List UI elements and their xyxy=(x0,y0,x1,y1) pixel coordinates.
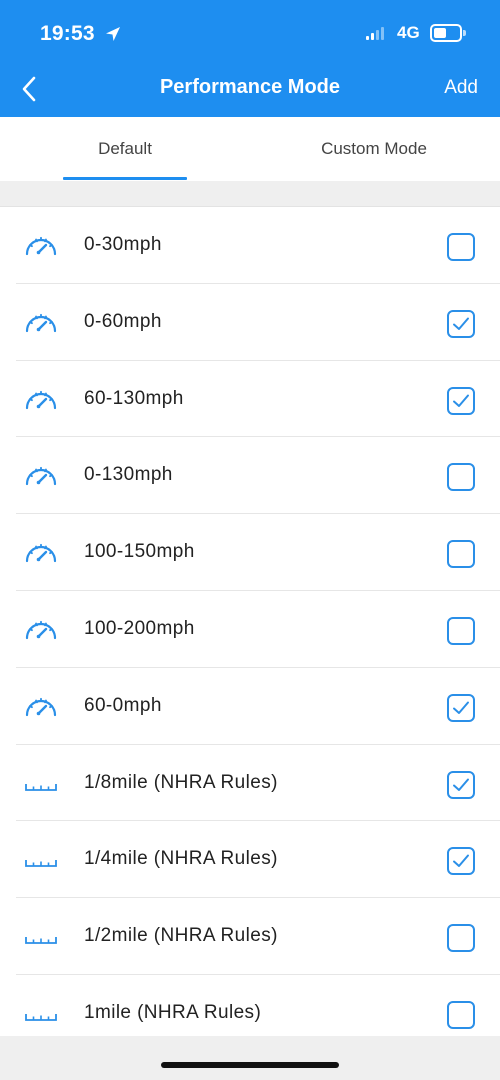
list-item-label: 60-0mph xyxy=(84,694,162,716)
speedometer-icon xyxy=(24,463,58,489)
list-item-label: 1/4mile (NHRA Rules) xyxy=(84,848,278,870)
list-item[interactable]: 1/2mile (NHRA Rules) xyxy=(0,898,500,975)
list-item[interactable]: 0-30mph xyxy=(0,207,500,284)
list-item-label: 1mile (NHRA Rules) xyxy=(84,1001,262,1023)
list-item[interactable]: 1mile (NHRA Rules) xyxy=(0,975,500,1052)
list-item[interactable]: 100-200mph xyxy=(0,591,500,668)
checkbox-checked[interactable] xyxy=(447,847,475,876)
speedometer-icon xyxy=(24,310,58,336)
checkbox-unchecked[interactable] xyxy=(447,616,475,645)
speedometer-icon xyxy=(24,694,58,720)
list-item[interactable]: 60-0mph xyxy=(0,668,500,745)
app-header: 19:53 4G Performance Mode Add xyxy=(0,0,500,117)
active-tab-indicator xyxy=(63,177,187,180)
add-button[interactable]: Add xyxy=(444,77,478,99)
list-item[interactable]: 1/8mile (NHRA Rules) xyxy=(0,745,500,822)
list-item-label: 0-130mph xyxy=(84,464,173,486)
list-item-label: 100-150mph xyxy=(84,541,195,563)
signal-strength-icon xyxy=(366,27,384,40)
checkbox-checked[interactable] xyxy=(447,693,475,722)
mode-tabs: Default Custom Mode xyxy=(0,117,500,181)
checkbox-unchecked[interactable] xyxy=(447,1000,475,1029)
list-item[interactable]: 60-130mph xyxy=(0,361,500,438)
network-type: 4G xyxy=(397,23,420,42)
ruler-icon xyxy=(24,924,58,950)
speedometer-icon xyxy=(24,617,58,643)
checkbox-checked[interactable] xyxy=(447,386,475,415)
checkbox-unchecked[interactable] xyxy=(447,924,475,953)
tab-custom-mode[interactable]: Custom Mode xyxy=(310,139,438,159)
ruler-icon xyxy=(24,847,58,873)
checkbox-checked[interactable] xyxy=(447,309,475,338)
list-item-label: 1/2mile (NHRA Rules) xyxy=(84,925,278,947)
list-item[interactable]: 0-130mph xyxy=(0,437,500,514)
speedometer-icon xyxy=(24,540,58,566)
list-item[interactable]: 0-60mph xyxy=(0,284,500,361)
ruler-icon xyxy=(24,1001,58,1027)
speedometer-icon xyxy=(24,233,58,259)
speedometer-icon xyxy=(24,387,58,413)
list-item-label: 0-60mph xyxy=(84,310,162,332)
tab-default[interactable]: Default xyxy=(63,139,187,159)
list-item[interactable]: 1/4mile (NHRA Rules) xyxy=(0,821,500,898)
status-time: 19:53 xyxy=(40,22,95,45)
list-item-label: 100-200mph xyxy=(84,617,195,639)
location-arrow-icon xyxy=(104,25,122,48)
checkbox-unchecked[interactable] xyxy=(447,463,475,492)
page-title: Performance Mode xyxy=(159,76,341,98)
performance-mode-list: 0-30mph 0-60mph 60-130mph 0-130mph 100-150mp… xyxy=(0,206,500,1036)
checkbox-unchecked[interactable] xyxy=(447,540,475,569)
list-item-label: 60-130mph xyxy=(84,387,184,409)
checkbox-checked[interactable] xyxy=(447,770,475,799)
list-item[interactable]: 100-150mph xyxy=(0,514,500,591)
home-indicator xyxy=(161,1062,339,1068)
list-item-label: 1/8mile (NHRA Rules) xyxy=(84,771,278,793)
checkbox-unchecked[interactable] xyxy=(447,233,475,261)
list-item-label: 0-30mph xyxy=(84,234,162,255)
battery-icon xyxy=(430,24,466,42)
ruler-icon xyxy=(24,771,58,797)
